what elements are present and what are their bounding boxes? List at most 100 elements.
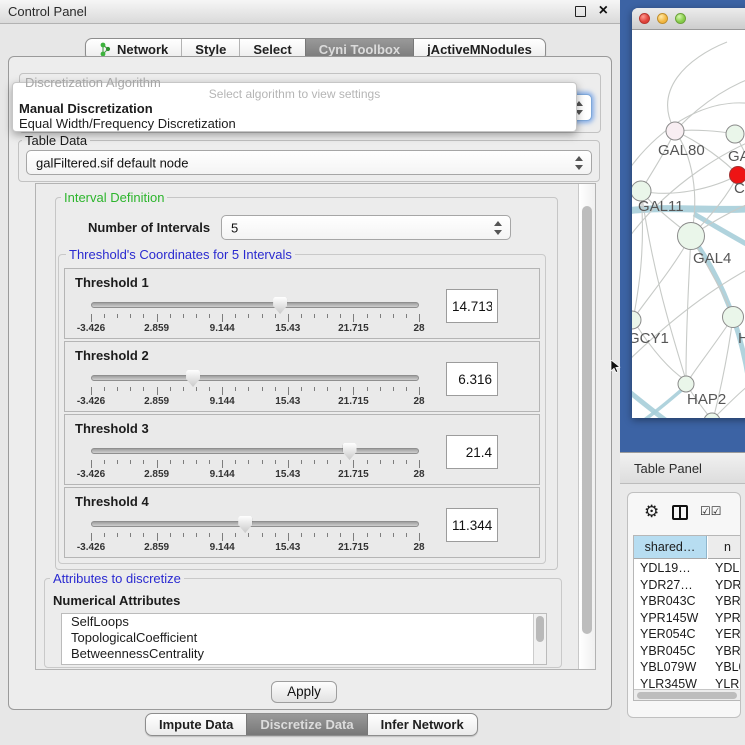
axis-label: 28 xyxy=(413,396,424,407)
close-icon[interactable]: × xyxy=(599,1,608,21)
threshold-3-value-field[interactable] xyxy=(446,435,498,469)
threshold-4-panel: Threshold 4-3.4262.8599.14415.4321.71528 xyxy=(64,487,540,558)
bottom-tab-bar: Impute DataDiscretize DataInfer Network xyxy=(145,713,478,736)
slider-axis-labels: -3.4262.8599.14415.4321.71528 xyxy=(91,469,419,481)
axis-label: 28 xyxy=(413,469,424,480)
cell-name[interactable]: YLR3 xyxy=(707,676,741,691)
apply-button[interactable]: Apply xyxy=(271,681,337,703)
algorithm-option-manual-discretization[interactable]: Manual Discretization xyxy=(19,101,153,116)
cell-name[interactable]: YBR0 xyxy=(707,643,741,660)
close-traffic-light-icon[interactable] xyxy=(639,13,650,24)
cell-shared-name[interactable]: YBR043C xyxy=(634,593,707,610)
scrollbar-thumb[interactable] xyxy=(536,616,544,642)
table-row[interactable]: YBL079WYBL0 xyxy=(634,659,741,676)
cell-name[interactable]: YDL1 xyxy=(707,560,741,577)
threshold-2-value-field[interactable] xyxy=(446,362,498,396)
scrollbar-thumb[interactable] xyxy=(637,692,737,699)
slider-axis-labels: -3.4262.8599.14415.4321.71528 xyxy=(91,396,419,408)
table-data-combobox[interactable]: galFiltered.sif default node xyxy=(26,150,592,175)
tab-infer-network[interactable]: Infer Network xyxy=(367,714,477,735)
algorithm-option-equal-width-frequency-discretization[interactable]: Equal Width/Frequency Discretization xyxy=(19,116,236,131)
node-gal80[interactable] xyxy=(666,122,684,140)
threshold-1-slider[interactable] xyxy=(91,302,419,308)
table-data-title: Table Data xyxy=(22,133,90,148)
node-table: shared… n YDL19…YDL1YDR27…YDR2YBR043CYBR… xyxy=(633,535,741,701)
node-label-gal4: GAL4 xyxy=(693,250,731,267)
cell-shared-name[interactable]: YDL19… xyxy=(634,560,707,577)
split-columns-icon[interactable] xyxy=(672,505,688,520)
threshold-2-slider[interactable] xyxy=(91,375,419,381)
tab-discretize-data[interactable]: Discretize Data xyxy=(246,714,366,735)
number-of-intervals-combobox[interactable]: 5 xyxy=(221,215,511,240)
axis-label: 9.144 xyxy=(210,396,235,407)
zoom-traffic-light-icon[interactable] xyxy=(675,13,686,24)
edge xyxy=(690,317,733,378)
axis-label: 21.715 xyxy=(338,323,369,334)
table-row[interactable]: YPR145WYPR1 xyxy=(634,610,741,627)
node-label-ga: GA xyxy=(728,148,745,165)
table-row[interactable]: YER054CYER0 xyxy=(634,626,741,643)
axis-label: 2.859 xyxy=(144,323,169,334)
cell-name[interactable]: YBL0 xyxy=(707,659,741,676)
node-label-c: C xyxy=(734,180,745,197)
column-header-name[interactable]: n xyxy=(708,536,741,559)
table-row[interactable]: YBR045CYBR0 xyxy=(634,643,741,660)
node-hap2[interactable] xyxy=(678,376,694,392)
table-row[interactable]: YDL19…YDL1 xyxy=(634,560,741,577)
node-h[interactable] xyxy=(723,307,744,328)
vertical-scrollbar[interactable] xyxy=(578,184,595,669)
mouse-cursor xyxy=(610,360,623,374)
threshold-1-slider-handle[interactable] xyxy=(273,297,287,314)
numerical-attributes-label: Numerical Attributes xyxy=(53,593,180,608)
attributes-scrollbar[interactable] xyxy=(533,614,546,664)
combo-stepper-icon[interactable] xyxy=(575,156,584,170)
network-canvas[interactable]: GAL80GACGAL11GAL4GCY1HHAP2 xyxy=(632,30,745,418)
threshold-3-slider[interactable] xyxy=(91,448,419,454)
network-window-titlebar[interactable] xyxy=(632,8,745,30)
threshold-4-slider-handle[interactable] xyxy=(238,516,252,533)
horizontal-scrollbar[interactable] xyxy=(634,689,741,700)
cell-shared-name[interactable]: YBR045C xyxy=(634,643,707,660)
threshold-1-value-field[interactable] xyxy=(446,289,498,323)
slider-ticks xyxy=(91,533,419,541)
table-panel-title: Table Panel xyxy=(634,461,702,476)
attribute-item-selfloops[interactable]: SelfLoops xyxy=(62,614,546,630)
table-row[interactable]: YBR043CYBR0 xyxy=(634,593,741,610)
axis-label: 9.144 xyxy=(210,542,235,553)
cell-shared-name[interactable]: YER054C xyxy=(634,626,707,643)
attribute-item-betweennesscentrality[interactable]: BetweennessCentrality xyxy=(62,646,546,662)
node-ga[interactable] xyxy=(726,125,744,143)
node-gal4[interactable] xyxy=(678,223,705,250)
minimize-traffic-light-icon[interactable] xyxy=(657,13,668,24)
combo-stepper-icon[interactable] xyxy=(494,221,503,235)
attribute-item-topologicalcoefficient[interactable]: TopologicalCoefficient xyxy=(62,630,546,646)
scrollbar-thumb[interactable] xyxy=(582,206,592,634)
float-window-icon[interactable] xyxy=(575,6,586,17)
cell-name[interactable]: YDR2 xyxy=(707,577,741,594)
axis-label: 15.43 xyxy=(275,469,300,480)
threshold-3-slider-handle[interactable] xyxy=(343,443,357,460)
numerical-attributes-list[interactable]: SelfLoopsTopologicalCoefficientBetweenne… xyxy=(61,613,547,665)
tab-impute-data[interactable]: Impute Data xyxy=(146,714,246,735)
axis-label: 21.715 xyxy=(338,542,369,553)
cell-shared-name[interactable]: YLR345W xyxy=(634,676,707,691)
cell-name[interactable]: YPR1 xyxy=(707,610,741,627)
cell-name[interactable]: YER0 xyxy=(707,626,741,643)
cell-shared-name[interactable]: YDR27… xyxy=(634,577,707,594)
cell-shared-name[interactable]: YBL079W xyxy=(634,659,707,676)
column-header-shared-name[interactable]: shared… xyxy=(634,536,707,559)
select-columns-checkboxes-icon[interactable]: ☑☑ xyxy=(700,504,722,518)
axis-label: 15.43 xyxy=(275,323,300,334)
edge xyxy=(632,390,680,418)
node-gcy1[interactable] xyxy=(632,311,641,329)
threshold-blocks: Threshold 1-3.4262.8599.14415.4321.71528… xyxy=(64,268,540,560)
table-row[interactable]: YLR345WYLR3 xyxy=(634,676,741,691)
table-row[interactable]: YDR27…YDR2 xyxy=(634,577,741,594)
threshold-3-panel: Threshold 3-3.4262.8599.14415.4321.71528 xyxy=(64,414,540,485)
gear-icon[interactable]: ⚙ xyxy=(644,502,659,522)
cell-name[interactable]: YBR0 xyxy=(707,593,741,610)
threshold-4-slider[interactable] xyxy=(91,521,419,527)
cell-shared-name[interactable]: YPR145W xyxy=(634,610,707,627)
threshold-2-slider-handle[interactable] xyxy=(186,370,200,387)
threshold-4-value-field[interactable] xyxy=(446,508,498,542)
